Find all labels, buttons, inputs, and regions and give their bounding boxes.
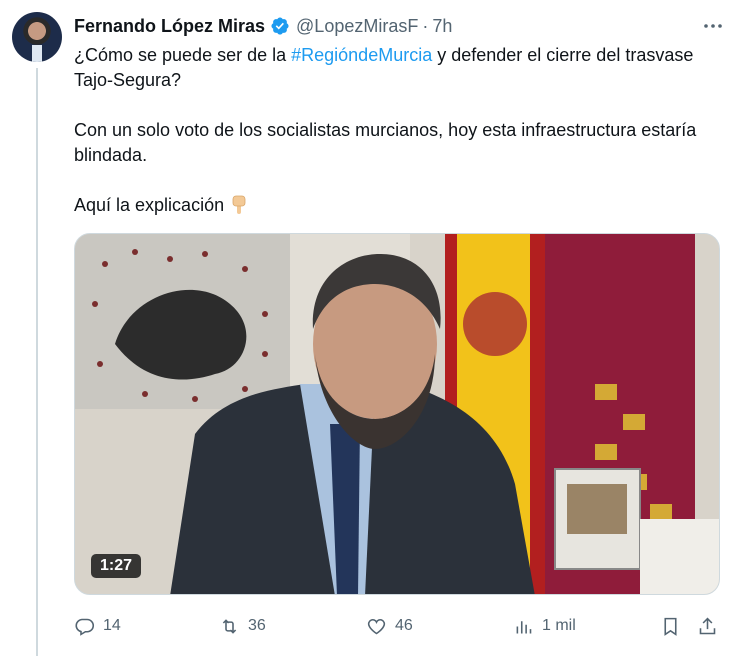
share-button[interactable] [697, 611, 726, 641]
tweet-actions: 14 36 46 1 mil [74, 611, 724, 641]
video-player[interactable]: 1:27 [74, 233, 720, 595]
thread-line [36, 68, 38, 656]
repost-count: 36 [248, 617, 266, 634]
more-options-icon[interactable] [701, 14, 725, 38]
tweet-paragraph-3: Aquí la explicación [74, 193, 714, 218]
heart-icon [367, 618, 386, 634]
tweet-paragraph-1: ¿Cómo se puede ser de la #RegióndeMurcia… [74, 45, 694, 90]
like-button[interactable]: 46 [366, 611, 413, 641]
bookmark-icon [664, 617, 677, 636]
hashtag-link[interactable]: #RegióndeMurcia [291, 45, 432, 65]
reply-button[interactable]: 14 [74, 611, 121, 641]
tweet-header: Fernando López Miras @LopezMirasF · 7h [74, 14, 727, 38]
author-name[interactable]: Fernando López Miras [74, 16, 265, 37]
share-icon [699, 617, 716, 634]
video-thumbnail [75, 234, 719, 594]
video-duration: 1:27 [91, 554, 142, 578]
author-handle[interactable]: @LopezMirasF [296, 16, 418, 37]
reply-icon [75, 618, 95, 636]
repost-icon [222, 618, 237, 634]
pointing-down-emoji-icon [232, 195, 246, 214]
views-button[interactable]: 1 mil [513, 611, 576, 641]
tweet-paragraph-2: Con un solo voto de los socialistas murc… [74, 120, 697, 165]
tweet-text: ¿Cómo se puede ser de la #RegióndeMurcia… [74, 43, 714, 243]
verified-badge-icon [271, 17, 289, 35]
repost-button[interactable]: 36 [219, 611, 266, 641]
avatar[interactable] [12, 12, 62, 62]
reply-count: 14 [103, 617, 121, 634]
timestamp[interactable]: 7h [432, 16, 452, 37]
separator-dot: · [422, 15, 429, 36]
bookmark-button[interactable] [660, 611, 689, 641]
views-count: 1 mil [542, 617, 576, 634]
views-chart-icon [516, 620, 532, 633]
like-count: 46 [395, 617, 413, 634]
